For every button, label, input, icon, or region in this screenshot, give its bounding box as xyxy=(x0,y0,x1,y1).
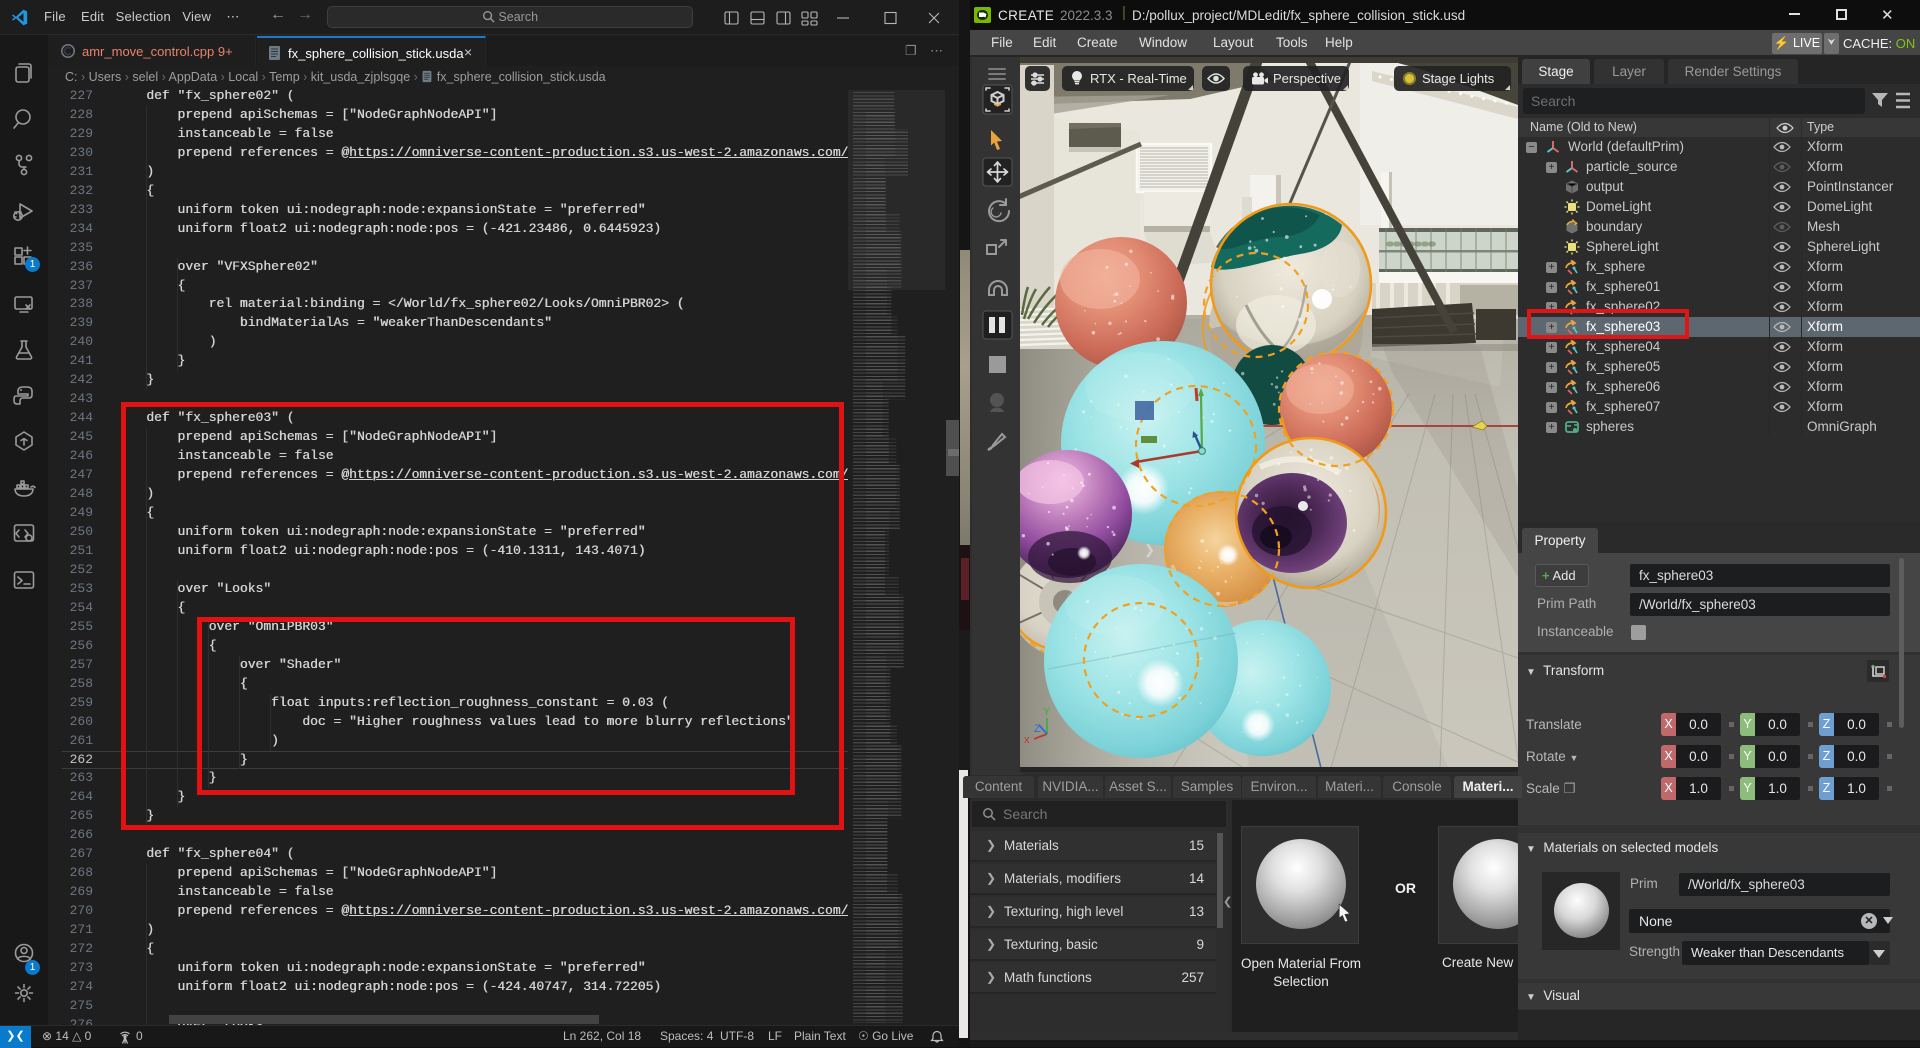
svg-text:❯: ❯ xyxy=(1144,542,1155,558)
svg-text:x: x xyxy=(1024,734,1030,746)
svg-text:Z: Z xyxy=(1034,723,1041,735)
svg-text:Y: Y xyxy=(1043,706,1051,718)
